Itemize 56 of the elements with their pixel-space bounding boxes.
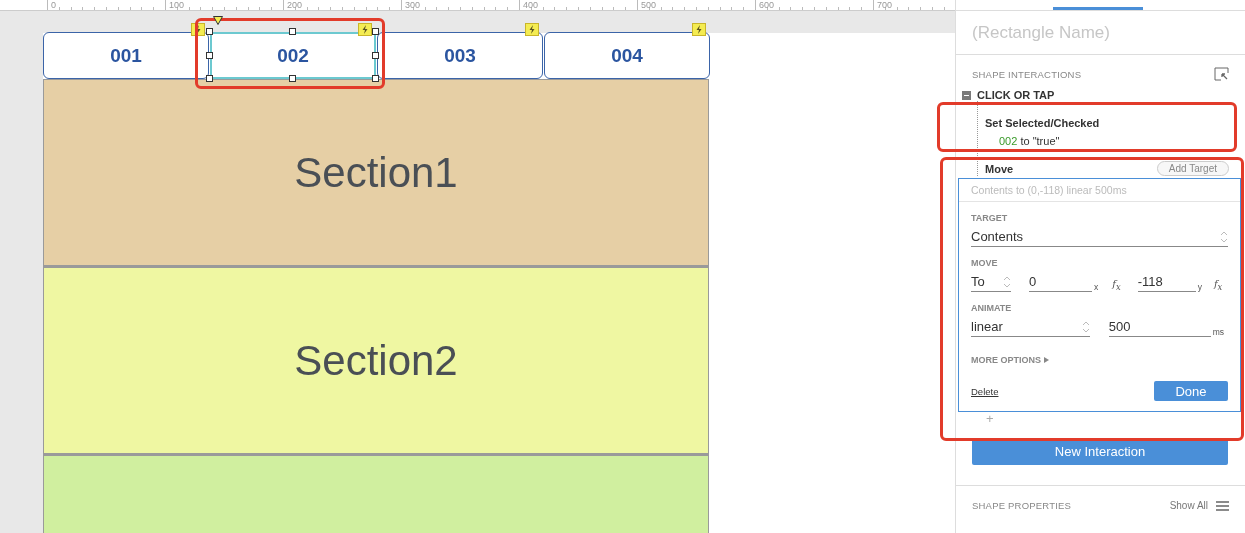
action-title: Move: [985, 162, 1014, 175]
lightning-icon: [525, 23, 539, 36]
tab[interactable]: 003: [377, 32, 543, 79]
y-input[interactable]: -118: [1137, 272, 1196, 292]
ruler-label: 200: [287, 0, 303, 10]
mode-select[interactable]: To: [971, 272, 1011, 292]
triangle-marker-icon: [213, 16, 223, 25]
field-label: MOVE: [971, 258, 999, 268]
section-heading: SHAPE PROPERTIES: [972, 500, 1072, 511]
section-title: Section1: [294, 148, 458, 197]
action-title: Set Selected/Checked: [985, 117, 1100, 129]
unit-label: ms: [1212, 327, 1224, 337]
selection-handle[interactable]: [372, 51, 379, 59]
action-summary: Contents to (0,-118) linear 500ms: [959, 179, 1240, 202]
x-input[interactable]: 0: [1029, 272, 1092, 292]
selection-handle[interactable]: [372, 75, 379, 82]
formula-button[interactable]: f$_{x}$: [1213, 278, 1223, 292]
selection-handle[interactable]: [289, 28, 296, 35]
stepper-icon: [1220, 230, 1228, 243]
delete-link[interactable]: Delete: [971, 385, 999, 397]
formula-button[interactable]: f$_{x}$: [1112, 278, 1121, 292]
stepper-icon: [1003, 275, 1011, 288]
event-label: CLICK OR TAP: [977, 89, 1055, 101]
menu-icon[interactable]: [1216, 500, 1229, 511]
selection-handle[interactable]: [289, 75, 296, 82]
ruler-label: 700: [877, 0, 893, 10]
field-label: TARGET: [971, 213, 1009, 223]
easing-select[interactable]: linear: [971, 317, 1090, 337]
collapse-toggle-icon[interactable]: [962, 90, 971, 100]
selection-handle[interactable]: [206, 51, 213, 59]
section-heading: SHAPE INTERACTIONS: [972, 68, 1082, 80]
selection-handle[interactable]: [372, 28, 379, 35]
ruler-label: 0: [51, 0, 56, 10]
lightning-icon: [692, 23, 706, 36]
lightning-icon: [358, 23, 372, 36]
stepper-icon: [1081, 320, 1090, 333]
tab[interactable]: 001: [43, 32, 209, 79]
tab[interactable]: 002: [210, 32, 376, 79]
unit-label: x: [1094, 282, 1099, 292]
tab[interactable]: 004: [544, 32, 710, 79]
expand-arrow-icon[interactable]: [1044, 357, 1049, 363]
field-label: ANIMATE: [971, 303, 1013, 313]
target-select[interactable]: Contents: [971, 227, 1228, 247]
selection-handle[interactable]: [206, 28, 213, 35]
more-options-link[interactable]: MORE OPTIONS: [971, 355, 1041, 365]
ruler-label: 500: [641, 0, 657, 10]
selection-handle[interactable]: [206, 75, 213, 82]
ruler-label: 100: [169, 0, 185, 10]
duration-input[interactable]: 500: [1108, 317, 1211, 337]
show-all-link[interactable]: Show All: [1169, 500, 1208, 511]
ruler-label: 300: [405, 0, 421, 10]
unit-label: y: [1197, 282, 1202, 292]
section-title: Section2: [294, 336, 458, 385]
ruler-label: 400: [523, 0, 539, 10]
action-detail: 002 to "true": [999, 135, 1061, 147]
ruler-label: 600: [759, 0, 775, 10]
